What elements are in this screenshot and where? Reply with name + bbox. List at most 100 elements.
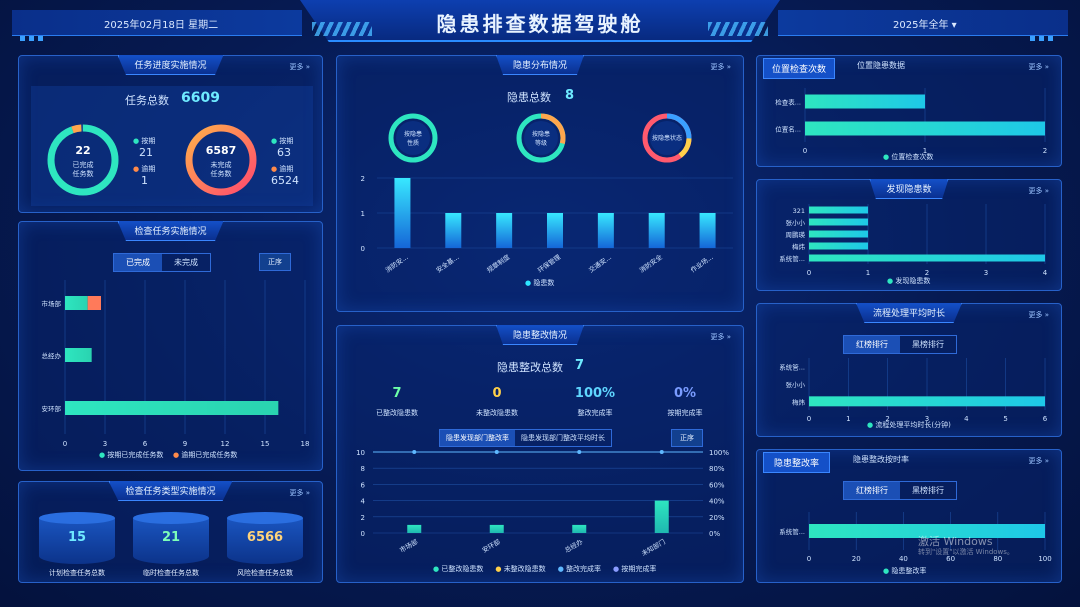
y-tick-label: 8	[361, 465, 365, 473]
legend-overdue: 逾期已完成任务数	[181, 451, 238, 459]
done-value: 22	[75, 144, 91, 157]
bar	[699, 213, 716, 248]
x-tick-label: 2	[1043, 147, 1047, 155]
y-category-label: 321	[793, 207, 805, 215]
panel-title: 检查任务类型实施情况	[108, 481, 233, 501]
rate-point	[494, 450, 499, 454]
x-category-label: 作业场...	[689, 252, 715, 274]
legend-rectified: 已整改隐患数	[441, 565, 484, 573]
bar	[445, 213, 462, 248]
bar-rectified	[489, 524, 504, 533]
legend-dot-icon: ●	[883, 153, 890, 161]
rectify-chart: 02468100%20%40%60%80%100%市场部 安环部 总经办 未知部门	[356, 449, 729, 558]
legend-dot-icon: ●	[887, 277, 894, 285]
y-category-label: 安环部	[42, 404, 62, 413]
inspection-tasks-panel: 检查任务实施情况 已完成 未完成 正序 0 3 6 9 12 15 18 市场部 总经办 安环部 …	[18, 221, 323, 471]
legend-rectify-rate: 整改完成率	[566, 565, 602, 573]
bar	[809, 206, 868, 214]
legend-dot-icon: ●	[99, 451, 106, 459]
legend-discovered: 发现隐患数	[895, 277, 931, 285]
y-tick-label: 10	[356, 449, 365, 457]
x-tick-label: 0	[807, 555, 811, 563]
bar	[805, 94, 925, 109]
y-tick-label: 6	[361, 481, 366, 489]
rectify-legend: ● 已整改隐患数 ● 未整改隐患数 ● 整改完成率 ● 按期完成率	[433, 565, 657, 573]
y-category-label: 市场部	[42, 299, 62, 308]
y-category-label: 梅炜	[792, 397, 806, 406]
rate-point	[412, 450, 417, 454]
bar	[394, 178, 411, 248]
x-tick-label: 4	[1043, 269, 1048, 277]
x-tick-label: 0	[807, 269, 811, 277]
x-category-label: 市场部	[398, 537, 420, 555]
bar-ontime	[65, 348, 92, 362]
y2-tick-label: 80%	[709, 465, 725, 473]
rectify-rate-chart: 0 20 40 60 80 100系统管...	[779, 512, 1052, 563]
undone-overdue-label: 逾期	[279, 165, 294, 173]
done-overdue-label: 逾期	[141, 165, 156, 173]
location-panel: 位置检查次数 位置隐患数据 更多 » 0 1 2 检查表... 位置名... ● 位置检…	[756, 55, 1062, 167]
rectify-rate-panel: 隐患整改率 隐患整改按时率 更多 » 红榜排行 黑榜排行 0 20 40 60 80 10…	[756, 449, 1062, 583]
x-tick-label: 6	[143, 440, 148, 448]
legend-dot-icon: ●	[883, 567, 890, 575]
x-tick-label: 0	[803, 147, 807, 155]
y-category-label: 张小小	[786, 380, 806, 389]
hazard-distribution-panel: 隐患分布情况 更多 » 隐患总数 8 按隐患 性质 按隐患 等级 按隐患状态 0…	[336, 55, 744, 312]
current-date: 2025年02月18日 星期二	[104, 20, 219, 31]
x-category-label: 安全基...	[434, 252, 460, 274]
overdue-dot-icon: ●	[271, 165, 278, 173]
more-link[interactable]: 更多 »	[289, 62, 310, 72]
undone-label2: 任务数	[210, 170, 232, 178]
y2-tick-label: 100%	[709, 449, 729, 457]
y-category-label: 张小小	[786, 218, 806, 227]
rate-point	[659, 450, 664, 454]
done-ontime-label: 按期	[141, 137, 156, 145]
x-tick-label: 5	[1003, 415, 1007, 423]
y-tick-label: 2	[361, 514, 365, 522]
undone-ontime-value: 63	[277, 146, 291, 159]
bar	[809, 242, 868, 250]
y2-tick-label: 60%	[709, 481, 725, 489]
year-selector[interactable]: 2025年全年 ▾	[893, 16, 957, 31]
process-time-panel: 流程处理平均时长 更多 » 红榜排行 黑榜排行 0 1 2 3 4 5 6 系统管... 张小小…	[756, 303, 1062, 437]
done-overdue-value: 1	[141, 174, 148, 187]
x-category-label: 交通安...	[587, 252, 613, 274]
y-category-label: 系统管...	[779, 527, 805, 536]
undone-overdue-value: 6524	[271, 174, 299, 187]
x-tick-label: 0	[63, 440, 67, 448]
y-tick-label: 4	[361, 498, 366, 506]
legend-hazard-count: 隐患数	[533, 279, 555, 287]
overdue-dot-icon: ●	[133, 165, 140, 173]
bar-ontime	[65, 296, 88, 310]
bar-rectified	[407, 524, 422, 533]
x-tick-label: 100	[1038, 555, 1051, 563]
y-category-label: 梅炜	[792, 242, 806, 251]
y-tick-label: 0	[361, 530, 365, 538]
x-tick-label: 18	[301, 440, 310, 448]
undone-ontime-label: 按期	[279, 137, 294, 145]
done-label2: 任务数	[72, 170, 94, 178]
bar	[809, 396, 1045, 407]
x-category-label: 未知部门	[640, 537, 667, 558]
y-tick-label: 2	[361, 175, 365, 183]
more-link[interactable]: 更多 »	[289, 488, 310, 498]
bar	[805, 121, 1045, 136]
legend-ontime: 按期已完成任务数	[107, 451, 164, 459]
y-category-label: 位置名...	[775, 125, 801, 134]
risk-tasks-label: 风险检查任务总数	[237, 569, 293, 577]
x-category-label: 消防安全	[637, 252, 664, 275]
legend-dot-icon: ●	[525, 279, 532, 287]
bar-rectified	[572, 524, 587, 533]
planned-tasks-value: 15	[67, 530, 87, 545]
legend-process: 流程处理平均时长(分钟)	[875, 421, 951, 429]
x-tick-label: 20	[852, 555, 861, 563]
temporary-tasks-cylinder: 21 临时检查任务总数	[133, 512, 209, 578]
bar-rectified	[654, 500, 669, 533]
bar	[496, 213, 513, 248]
rectification-panel: 隐患整改情况 更多 » 隐患整改总数 7 7 已整改隐患数 0 未整改隐患数 1…	[336, 325, 744, 583]
y-tick-label: 1	[361, 210, 365, 218]
header: 隐患排查数据驾驶舱 2025年02月18日 星期二 2025年全年 ▾	[0, 0, 1080, 44]
bar	[809, 254, 1045, 262]
y-category-label: 系统管...	[779, 363, 805, 372]
risk-tasks-value: 6566	[246, 530, 284, 545]
